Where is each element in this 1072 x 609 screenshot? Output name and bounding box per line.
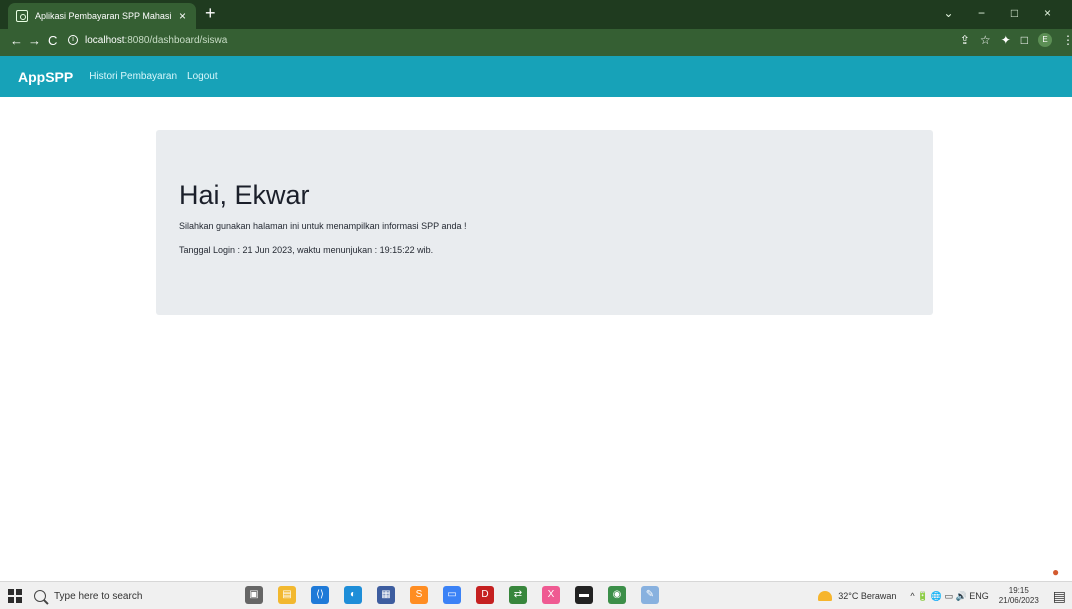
windows-start-button[interactable] [8, 589, 22, 603]
toolbar-actions: ⇪ ☆ ✦ □ E ⋮ [960, 33, 1072, 47]
tab-title: Aplikasi Pembayaran SPP Mahasi [35, 11, 171, 21]
file-explorer-icon[interactable]: ▤ [278, 586, 296, 604]
calculator-icon[interactable]: ▦ [377, 586, 395, 604]
address-bar[interactable]: localhost:8080/dashboard/siswa [85, 35, 227, 46]
terminal-icon[interactable]: ▬ [575, 586, 593, 604]
window-controls: ⌄ − □ × [932, 2, 1064, 24]
notification-center-icon[interactable]: ▤ [1053, 588, 1066, 605]
sidebar-icon[interactable]: □ [1021, 33, 1028, 47]
browser-menu-icon[interactable]: ⋮ [1062, 33, 1072, 47]
welcome-message: Silahkan gunakan halaman ini untuk menam… [179, 221, 467, 231]
taskbar-apps: ▣ ▤ ⟨⟩ ◐ ▦ S ▭ D ⇄ X ▬ ◉ ✎ [245, 586, 659, 604]
network-app-icon[interactable]: ⇄ [509, 586, 527, 604]
site-favicon-icon [16, 10, 28, 22]
tab-search-button[interactable]: ⌄ [932, 2, 965, 24]
nav-link-histori-pembayaran[interactable]: Histori Pembayaran [89, 71, 177, 82]
nav-link-logout[interactable]: Logout [187, 71, 218, 82]
active-browser-tab[interactable]: Aplikasi Pembayaran SPP Mahasi × [8, 3, 196, 29]
task-view-icon[interactable]: ▣ [245, 586, 263, 604]
welcome-jumbotron: Hai, Ekwar Silahkan gunakan halaman ini … [156, 130, 933, 315]
weather-widget[interactable]: 32°C Berawan [818, 591, 896, 601]
bookmark-icon[interactable]: ☆ [980, 33, 991, 47]
extensions-icon[interactable]: ✦ [1001, 33, 1011, 47]
app-navbar: AppSPP Histori Pembayaran Logout [0, 56, 1072, 97]
search-placeholder: Type here to search [54, 590, 143, 602]
search-icon [34, 590, 46, 602]
system-tray: 32°C Berawan ^ 🔋 🌐 ▭ 🔊 ENG 19:15 21/06/2… [818, 585, 1072, 607]
devcpp-icon[interactable]: D [476, 586, 494, 604]
browser-notification-icon: ● [1052, 565, 1060, 579]
clock-time: 19:15 [1008, 586, 1029, 595]
weather-text: 32°C Berawan [838, 591, 897, 601]
sublime-icon[interactable]: S [410, 586, 428, 604]
share-icon[interactable]: ⇪ [960, 33, 970, 47]
new-tab-button[interactable]: + [205, 4, 216, 22]
xampp-icon[interactable]: X [542, 586, 560, 604]
close-tab-button[interactable]: × [179, 10, 186, 22]
weather-icon [818, 591, 833, 601]
close-window-button[interactable]: × [1031, 2, 1064, 24]
profile-avatar[interactable]: E [1038, 33, 1052, 47]
site-info-icon[interactable]: i [68, 35, 78, 45]
login-info: Tanggal Login : 21 Jun 2023, waktu menun… [179, 245, 434, 255]
taskbar-clock[interactable]: 19:15 21/06/2023 [995, 586, 1043, 606]
zoom-icon[interactable]: ▭ [443, 586, 461, 604]
windows-taskbar: Type here to search ▣ ▤ ⟨⟩ ◐ ▦ S ▭ D ⇄ X… [0, 581, 1072, 609]
clock-date: 21/06/2023 [998, 596, 1039, 605]
brand-link[interactable]: AppSPP [18, 69, 73, 85]
back-button[interactable]: ← [10, 34, 23, 48]
welcome-heading: Hai, Ekwar [179, 180, 310, 210]
browser-toolbar: ← → C i localhost:8080/dashboard/siswa ⇪… [0, 29, 1072, 56]
taskbar-search[interactable]: Type here to search [34, 586, 226, 606]
chrome-icon[interactable]: ◉ [608, 586, 626, 604]
reload-button[interactable]: C [48, 34, 57, 48]
forward-button[interactable]: → [28, 34, 41, 48]
maximize-button[interactable]: □ [998, 2, 1031, 24]
tray-icons[interactable]: ^ 🔋 🌐 ▭ 🔊 ENG [910, 591, 988, 602]
vscode-icon[interactable]: ⟨⟩ [311, 586, 329, 604]
minimize-button[interactable]: − [965, 2, 998, 24]
browser-tab-strip: Aplikasi Pembayaran SPP Mahasi × + ⌄ − □… [0, 0, 1072, 29]
notes-icon[interactable]: ✎ [641, 586, 659, 604]
edge-icon[interactable]: ◐ [344, 586, 362, 604]
